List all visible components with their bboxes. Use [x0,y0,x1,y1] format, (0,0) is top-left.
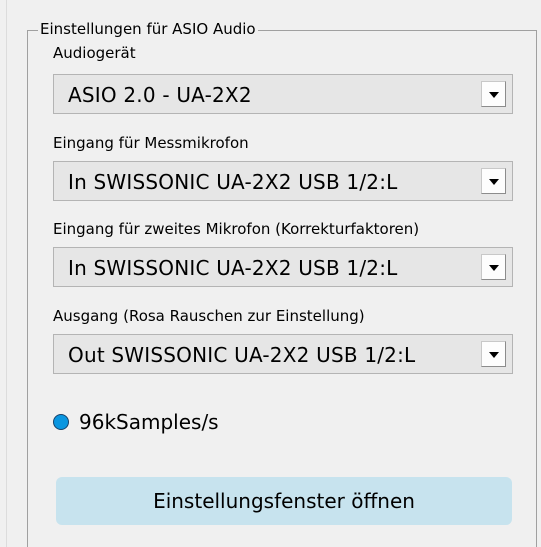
chevron-down-icon [489,179,499,185]
chevron-down-icon [489,265,499,271]
measurement-mic-input-dropdown[interactable]: In SWISSONIC UA-2X2 USB 1/2:L [53,161,513,201]
pink-noise-output-label: Ausgang (Rosa Rauschen zur Einstellung) [53,307,365,325]
open-settings-window-button[interactable]: Einstellungsfenster öffnen [56,477,512,525]
chevron-down-icon [489,92,499,98]
measurement-mic-input-label: Eingang für Messmikrofon [53,134,249,152]
window-edge [6,0,7,547]
second-mic-input-dropdown-button[interactable] [481,254,506,280]
pink-noise-output-dropdown-button[interactable] [481,341,506,367]
group-title: Einstellungen für ASIO Audio [38,19,258,39]
pink-noise-output-dropdown[interactable]: Out SWISSONIC UA-2X2 USB 1/2:L [53,334,513,374]
second-mic-input-value: In SWISSONIC UA-2X2 USB 1/2:L [68,256,398,280]
second-mic-input-dropdown[interactable]: In SWISSONIC UA-2X2 USB 1/2:L [53,247,513,287]
sample-rate-label: 96kSamples/s [79,410,219,434]
radio-selected-icon[interactable] [53,414,69,430]
measurement-mic-input-value: In SWISSONIC UA-2X2 USB 1/2:L [68,170,398,194]
chevron-down-icon [489,352,499,358]
second-mic-input-label: Eingang für zweites Mikrofon (Korrekturf… [53,220,420,238]
audio-device-value: ASIO 2.0 - UA-2X2 [68,83,252,107]
audio-device-dropdown-button[interactable] [481,81,506,107]
audio-device-dropdown[interactable]: ASIO 2.0 - UA-2X2 [53,74,513,114]
measurement-mic-input-dropdown-button[interactable] [481,168,506,194]
audio-device-label: Audiogerät [53,44,136,62]
pink-noise-output-value: Out SWISSONIC UA-2X2 USB 1/2:L [68,343,416,367]
sample-rate-option[interactable]: 96kSamples/s [53,409,219,435]
asio-settings-panel: Einstellungen für ASIO Audio Audiogerät … [0,0,541,547]
